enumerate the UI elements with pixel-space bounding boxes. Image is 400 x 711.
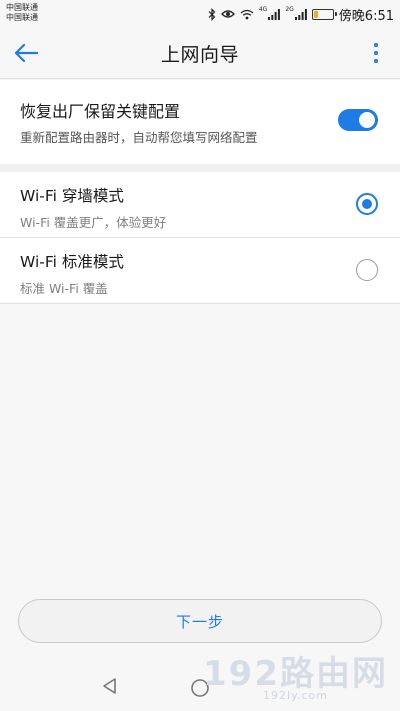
- bluetooth-icon: [208, 7, 216, 21]
- header-divider: [0, 78, 400, 79]
- section-gap: [0, 164, 400, 172]
- restore-config-row[interactable]: 恢复出厂保留关键配置 重新配置路由器时，自动帮您填写网络配置: [0, 80, 400, 164]
- mode-title: Wi-Fi 标准模式: [20, 253, 124, 271]
- wifi-icon: [240, 9, 254, 20]
- app-header: 上网向导: [0, 28, 400, 78]
- wifi-mode-standard[interactable]: Wi-Fi 标准模式 标准 Wi-Fi 覆盖: [0, 237, 400, 302]
- battery-icon: [311, 8, 337, 20]
- triangle-back-icon: [103, 678, 116, 694]
- list-divider: [0, 303, 400, 304]
- status-time: 傍晚6:51: [338, 8, 394, 24]
- battery-level: [313, 10, 318, 18]
- mode-title: Wi-Fi 穿墙模式: [20, 187, 124, 205]
- carrier-info: 中国联通 中国联通: [6, 3, 38, 23]
- restore-config-description: 重新配置路由器时，自动帮您填写网络配置: [20, 130, 258, 145]
- mode-description: 标准 Wi-Fi 覆盖: [20, 281, 108, 296]
- carrier-label-1: 中国联通: [6, 3, 38, 12]
- watermark-logo: 192路由网: [203, 654, 388, 694]
- more-options-button[interactable]: [366, 38, 386, 68]
- next-step-button[interactable]: 下一步: [18, 599, 382, 643]
- restore-config-title: 恢复出厂保留关键配置: [20, 102, 181, 121]
- restore-config-toggle[interactable]: [338, 109, 378, 131]
- toggle-knob: [359, 112, 375, 128]
- radio-unselected-icon[interactable]: [356, 259, 378, 281]
- status-icons: 4G 2G 傍晚6:51: [208, 5, 394, 24]
- eye-comfort-icon: [220, 9, 235, 19]
- network-type-2: 2G: [285, 5, 294, 13]
- page-title: 上网向导: [160, 44, 239, 66]
- carrier-label-2: 中国联通: [6, 13, 38, 22]
- radio-selected-icon[interactable]: [356, 193, 378, 215]
- signal-icon-2: [294, 8, 307, 20]
- wifi-mode-list: Wi-Fi 穿墙模式 Wi-Fi 覆盖更广，体验更好 Wi-Fi 标准模式 标准…: [0, 172, 400, 302]
- status-bar: 中国联通 中国联通 4G 2G 傍晚6:51: [0, 0, 400, 28]
- more-vertical-icon: [374, 43, 378, 47]
- signal-icon-1: [268, 8, 281, 20]
- wifi-mode-wall-penetration[interactable]: Wi-Fi 穿墙模式 Wi-Fi 覆盖更广，体验更好: [0, 172, 400, 237]
- site-watermark: 192路由网 192ly.com: [203, 655, 388, 702]
- network-type-1: 4G: [258, 5, 268, 13]
- mode-description: Wi-Fi 覆盖更广，体验更好: [20, 215, 167, 230]
- router-setup-screen: 中国联通 中国联通 4G 2G 傍晚6:51 上网向导 恢复出厂保留关键配置 重…: [0, 0, 400, 711]
- nav-back-button[interactable]: [100, 676, 120, 700]
